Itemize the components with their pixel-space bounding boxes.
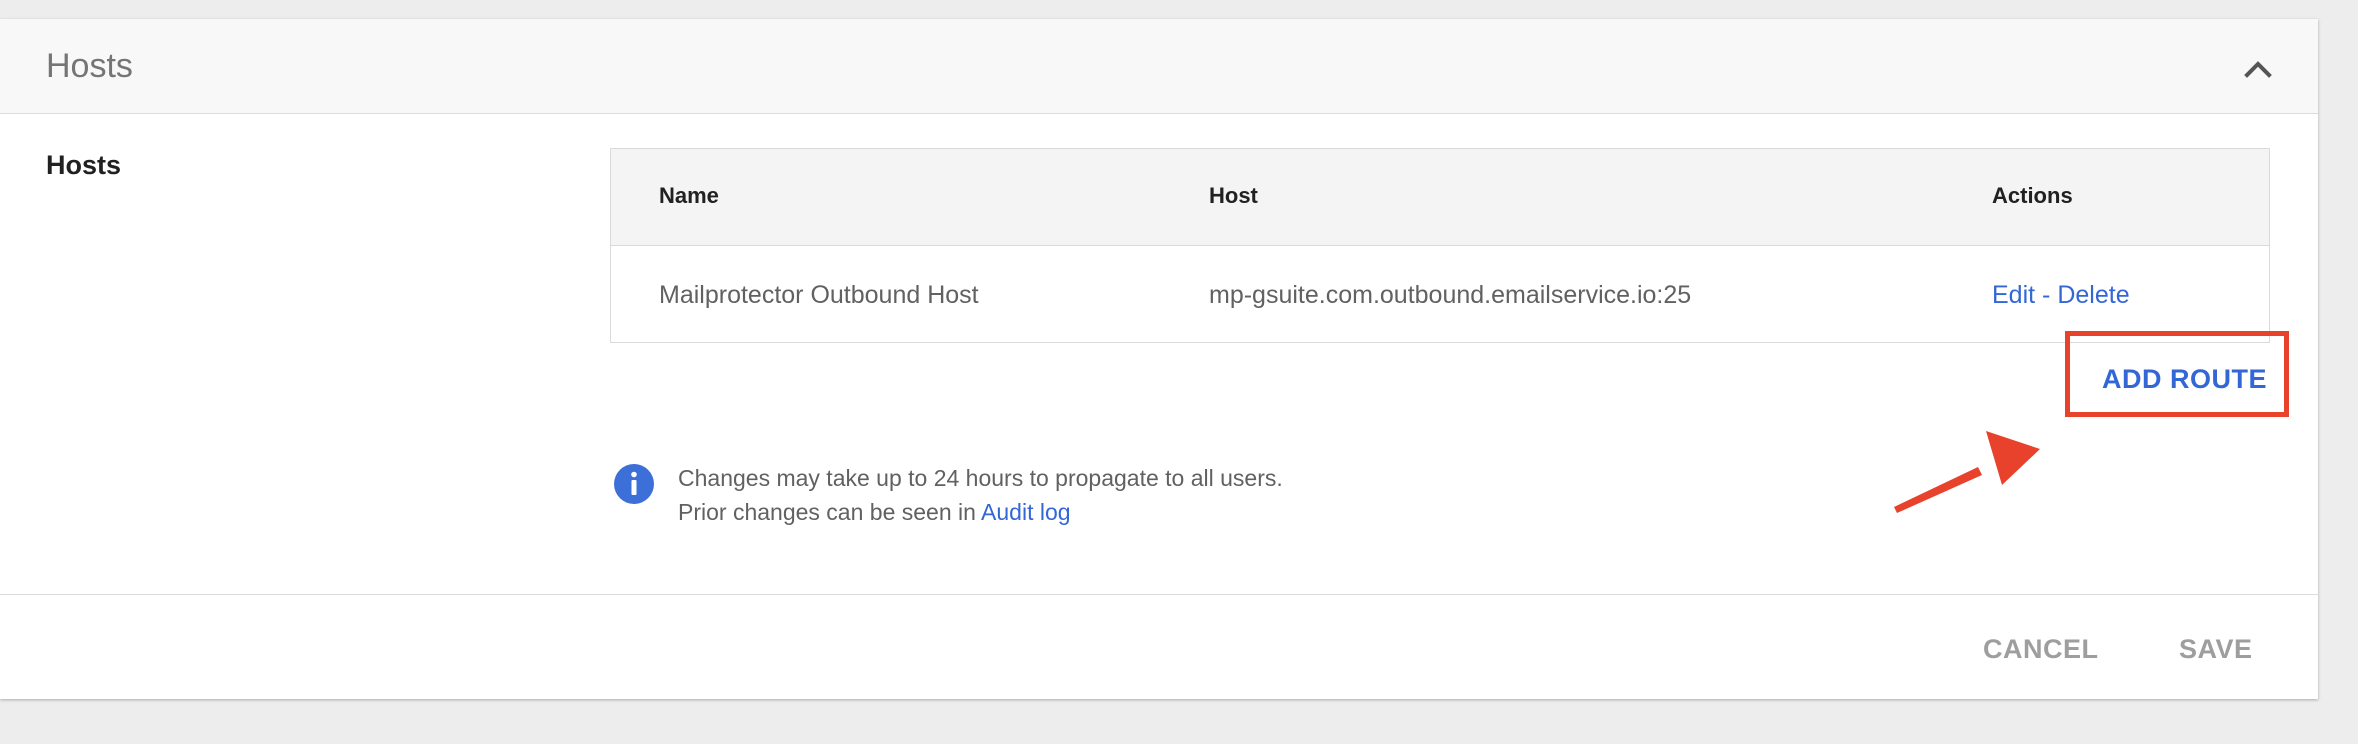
edit-link[interactable]: Edit xyxy=(1992,281,2035,309)
actions-cell: Edit - Delete xyxy=(1992,283,2130,308)
column-header-name: Name xyxy=(659,183,719,208)
red-arrow-icon xyxy=(1894,431,2040,513)
card-title: Hosts xyxy=(46,47,133,85)
card-header[interactable]: Hosts xyxy=(0,19,2318,114)
column-header-actions: Actions xyxy=(1992,183,2073,208)
info-icon xyxy=(614,464,654,504)
action-separator: - xyxy=(2042,281,2051,309)
info-message-prefix: Prior changes can be seen in xyxy=(678,499,976,525)
hosts-card: Hosts Hosts Name Host Actions Mailprotec… xyxy=(0,19,2318,699)
chevron-up-icon xyxy=(2244,61,2272,78)
info-message-line1: Changes may take up to 24 hours to propa… xyxy=(678,465,1283,491)
add-route-button[interactable]: ADD ROUTE xyxy=(2102,366,2267,393)
collapse-button[interactable] xyxy=(2238,49,2278,89)
audit-log-link[interactable]: Audit log xyxy=(981,499,1071,525)
host-name-cell: Mailprotector Outbound Host xyxy=(659,281,979,309)
save-button[interactable]: SAVE xyxy=(2179,636,2253,663)
section-label: Hosts xyxy=(46,150,122,180)
table-header-row: Name Host Actions xyxy=(611,149,2269,246)
column-header-host: Host xyxy=(1209,183,1258,208)
delete-link[interactable]: Delete xyxy=(2057,281,2129,309)
host-address-cell: mp-gsuite.com.outbound.emailservice.io:2… xyxy=(1209,281,1692,309)
info-message-line2: Prior changes can be seen in Audit log xyxy=(678,501,1071,524)
cancel-button[interactable]: CANCEL xyxy=(1983,636,2099,663)
footer-divider xyxy=(0,594,2318,595)
hosts-table: Name Host Actions Mailprotector Outbound… xyxy=(610,148,2270,343)
